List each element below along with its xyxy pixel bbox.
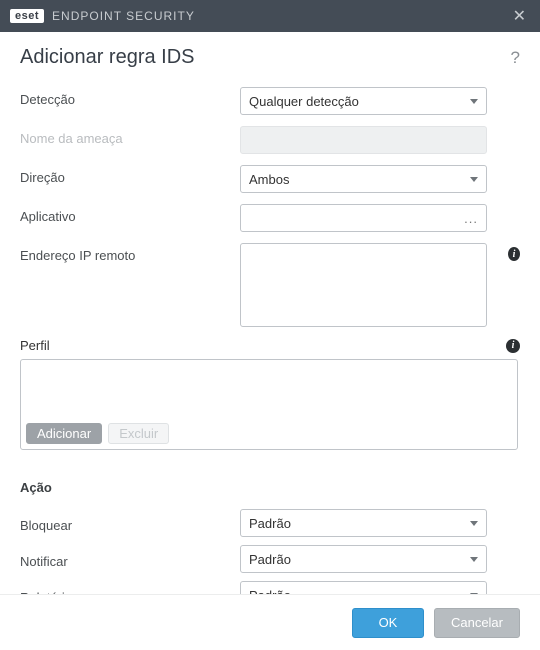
titlebar: eset ENDPOINT SECURITY ✕ bbox=[0, 0, 540, 32]
dialog-footer: OK Cancelar bbox=[0, 594, 540, 650]
cancel-button[interactable]: Cancelar bbox=[434, 608, 520, 638]
label-endereco-ip: Endereço IP remoto bbox=[20, 243, 240, 263]
perfil-add-button[interactable]: Adicionar bbox=[26, 423, 102, 444]
perfil-delete-button: Excluir bbox=[108, 423, 169, 444]
perfil-list[interactable] bbox=[21, 360, 517, 418]
close-icon[interactable]: ✕ bbox=[509, 6, 530, 26]
label-bloquear: Bloquear bbox=[20, 513, 240, 533]
select-direcao-value: Ambos bbox=[249, 172, 289, 187]
select-bloquear-value: Padrão bbox=[249, 516, 291, 531]
label-nome-ameaca: Nome da ameaça bbox=[20, 126, 240, 146]
select-notificar-value: Padrão bbox=[249, 552, 291, 567]
chevron-down-icon bbox=[470, 99, 478, 104]
info-icon[interactable]: i bbox=[508, 247, 520, 261]
page-title: Adicionar regra IDS bbox=[20, 46, 195, 69]
info-icon[interactable]: i bbox=[506, 339, 520, 353]
chevron-down-icon bbox=[470, 521, 478, 526]
select-notificar[interactable]: Padrão bbox=[240, 545, 487, 573]
label-deteccao: Detecção bbox=[20, 87, 240, 107]
label-aplicativo: Aplicativo bbox=[20, 204, 240, 224]
input-nome-ameaca bbox=[240, 126, 487, 154]
ok-button[interactable]: OK bbox=[352, 608, 424, 638]
select-bloquear[interactable]: Padrão bbox=[240, 509, 487, 537]
app-title: ENDPOINT SECURITY bbox=[52, 9, 509, 23]
label-notificar: Notificar bbox=[20, 549, 240, 569]
select-deteccao-value: Qualquer detecção bbox=[249, 94, 359, 109]
select-deteccao[interactable]: Qualquer detecção bbox=[240, 87, 487, 115]
section-acao: Ação bbox=[20, 480, 520, 495]
label-direcao: Direção bbox=[20, 165, 240, 185]
help-icon[interactable]: ? bbox=[511, 48, 520, 68]
perfil-box: Adicionar Excluir bbox=[20, 359, 518, 450]
eset-logo: eset bbox=[10, 9, 44, 23]
select-direcao[interactable]: Ambos bbox=[240, 165, 487, 193]
dialog-content: Adicionar regra IDS ? Detecção Qualquer … bbox=[0, 32, 540, 627]
chevron-down-icon bbox=[470, 557, 478, 562]
label-perfil: Perfil bbox=[20, 338, 50, 353]
chevron-down-icon bbox=[470, 177, 478, 182]
browse-icon: ... bbox=[464, 211, 478, 226]
textarea-endereco-ip[interactable] bbox=[240, 243, 487, 327]
input-aplicativo[interactable]: ... bbox=[240, 204, 487, 232]
